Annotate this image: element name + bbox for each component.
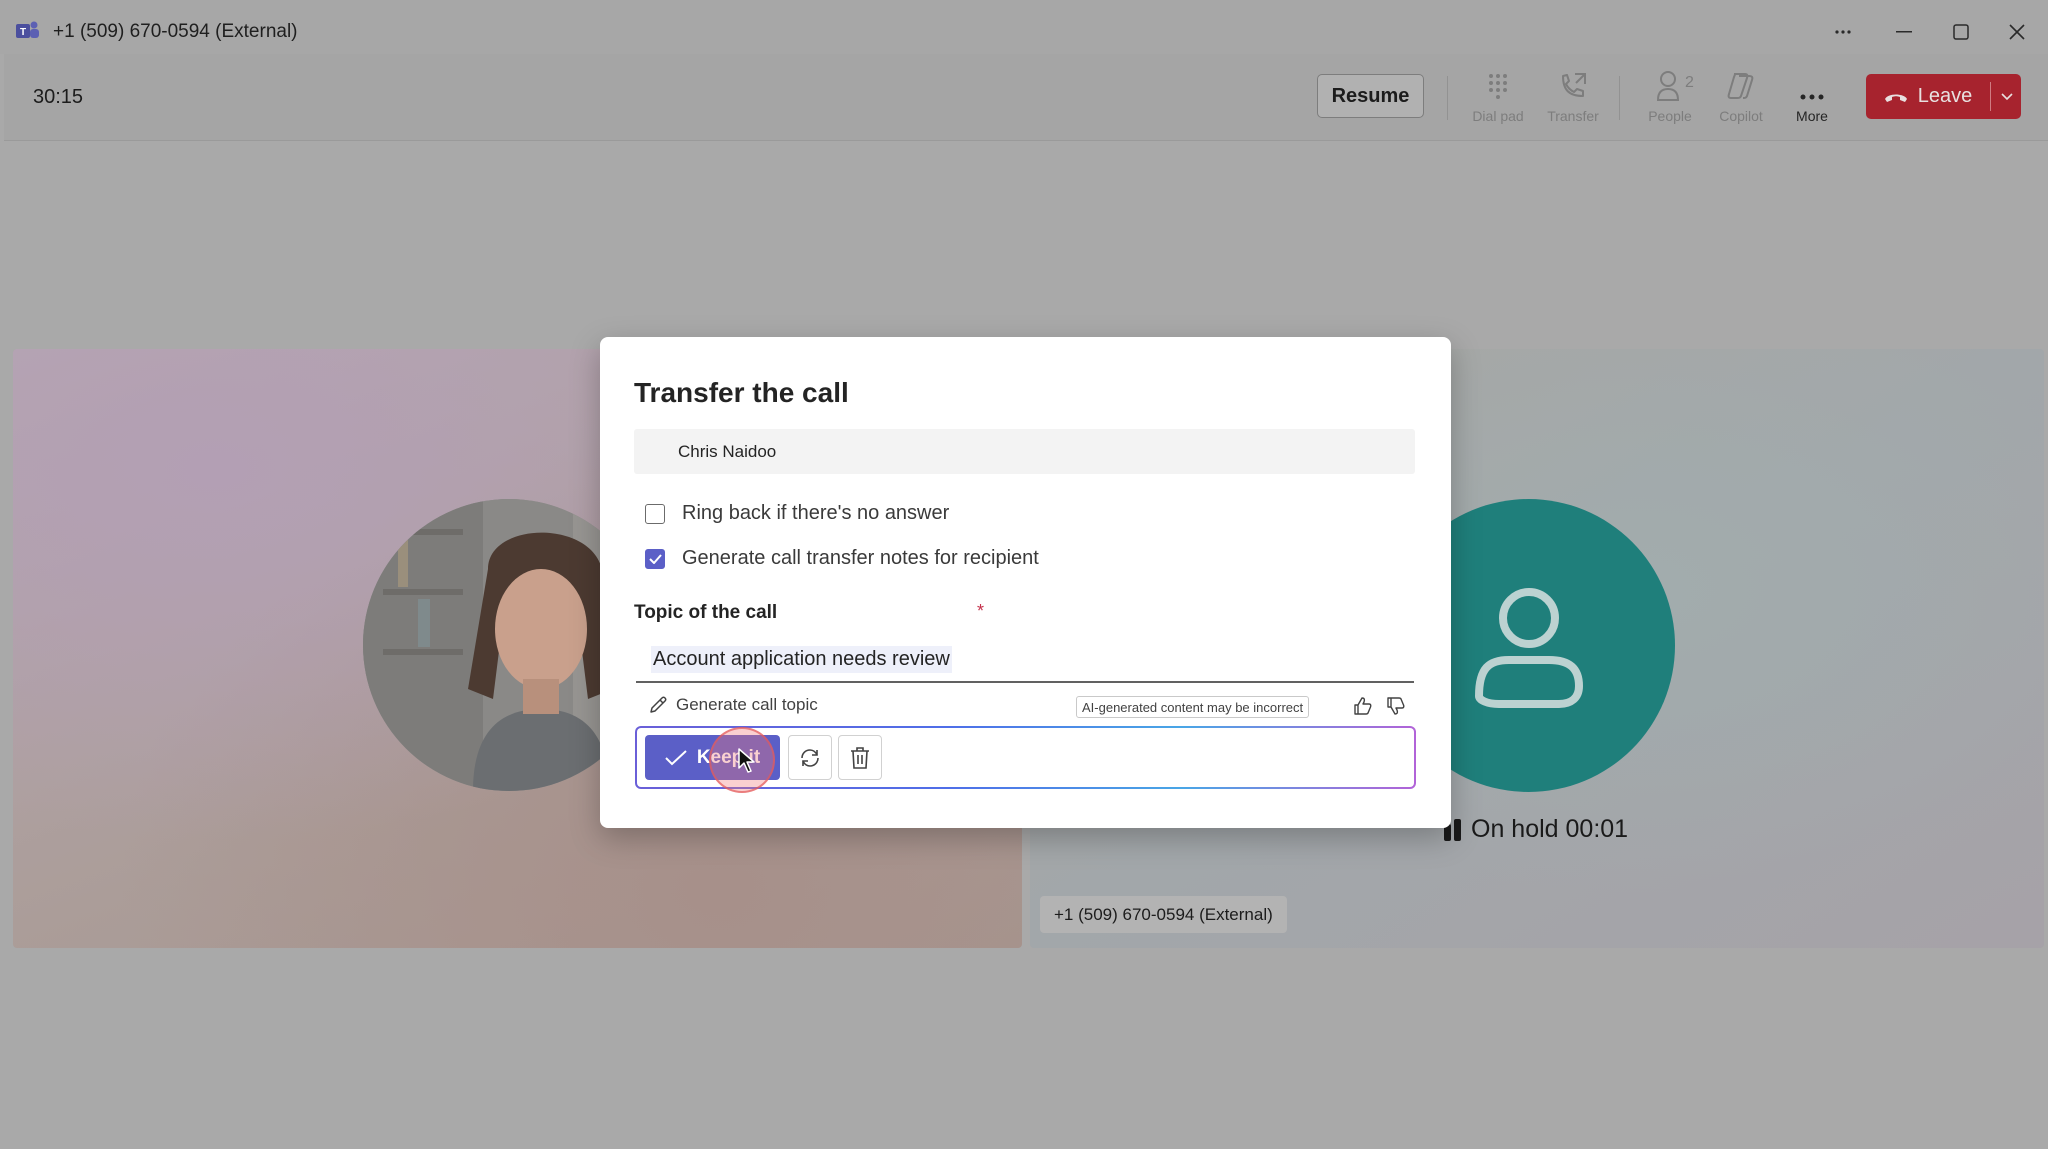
generate-notes-option[interactable]: Generate call transfer notes for recipie… [645, 547, 1039, 570]
people-button[interactable]: 2 People [1634, 66, 1706, 132]
thumbs-down-icon [1387, 697, 1405, 715]
people-icon [1656, 71, 1680, 101]
checkmark-icon [665, 749, 687, 765]
chevron-down-icon [2000, 92, 2013, 100]
more-button[interactable]: More [1776, 66, 1848, 132]
more-icon [1800, 94, 1824, 100]
recipient-name: Chris Naidoo [678, 441, 777, 461]
generate-topic-row: Generate call topic AI-generated content… [648, 690, 1414, 720]
topic-label: Topic of the call [634, 602, 778, 623]
dial-pad-icon [1489, 74, 1507, 99]
thumbs-up-button[interactable] [1351, 694, 1375, 718]
call-timer: 30:15 [33, 86, 84, 108]
ring-back-checkbox[interactable] [645, 503, 665, 524]
people-label: People [1648, 108, 1692, 124]
transfer-button[interactable]: Transfer [1537, 66, 1609, 132]
more-options-icon[interactable] [1823, 14, 1863, 50]
dialog-title: Transfer the call [634, 377, 849, 408]
toolbar-divider [1447, 76, 1448, 120]
dial-pad-button[interactable]: Dial pad [1462, 66, 1534, 132]
checkmark-icon [648, 553, 662, 564]
person-icon [1474, 587, 1583, 708]
participant-name-tag: +1 (509) 670-0594 (External) [1040, 896, 1287, 933]
copilot-button[interactable]: Copilot [1705, 66, 1777, 132]
refresh-icon [801, 748, 819, 767]
close-button[interactable] [1997, 14, 2037, 50]
resume-button[interactable]: Resume [1317, 74, 1424, 118]
generate-notes-checkbox[interactable] [645, 548, 665, 569]
recipient-field[interactable]: Chris Naidoo [634, 429, 1415, 474]
ring-back-option[interactable]: Ring back if there's no answer [645, 502, 949, 525]
hold-status-text: On hold 00:01 [1471, 815, 1629, 843]
teams-app-icon: T [16, 21, 39, 38]
transfer-icon [1562, 73, 1586, 97]
title-bar: T +1 (509) 670-0594 (External) [0, 0, 2048, 54]
leave-button-group: Leave [1866, 74, 2021, 119]
leave-divider [1990, 82, 1991, 111]
svg-text:T: T [20, 27, 26, 38]
generate-topic-button[interactable]: Generate call topic [648, 695, 818, 715]
mouse-cursor-icon [738, 748, 755, 773]
more-label: More [1796, 108, 1828, 124]
generate-notes-label: Generate call transfer notes for recipie… [682, 547, 1039, 569]
hold-status: On hold 00:01 [1443, 815, 1628, 844]
minimize-button[interactable] [1884, 14, 1924, 50]
people-count: 2 [1685, 74, 1694, 91]
pencil-icon [650, 696, 667, 713]
ai-disclaimer-badge: AI-generated content may be incorrect [1076, 696, 1310, 718]
ring-back-label: Ring back if there's no answer [682, 502, 950, 524]
regenerate-button[interactable] [788, 735, 832, 780]
topic-input[interactable]: Account application needs review [651, 646, 952, 673]
call-toolbar: 30:15 Resume Dial pad Transfer 2 People … [4, 54, 2048, 141]
hang-up-icon [1884, 94, 1907, 102]
transfer-label: Transfer [1547, 108, 1599, 124]
generate-topic-label: Generate call topic [676, 695, 818, 714]
thumbs-down-button[interactable] [1384, 694, 1408, 718]
copilot-icon [1727, 73, 1754, 99]
leave-options-button[interactable] [1992, 74, 2021, 119]
toolbar-divider [1619, 76, 1620, 120]
leave-button[interactable]: Leave [1866, 74, 1990, 119]
maximize-button[interactable] [1941, 14, 1981, 50]
discard-button[interactable] [838, 735, 882, 780]
teams-call-window: T +1 (509) 670-0594 (External) 30:15 Res… [0, 0, 2048, 1149]
copilot-label: Copilot [1719, 108, 1763, 124]
window-title: +1 (509) 670-0594 (External) [53, 21, 298, 42]
required-marker: * [977, 601, 985, 621]
leave-label: Leave [1917, 85, 1973, 107]
thumbs-up-icon [1354, 697, 1372, 715]
topic-input-underline [636, 681, 1414, 683]
dial-pad-label: Dial pad [1472, 108, 1524, 124]
trash-icon [851, 746, 869, 769]
